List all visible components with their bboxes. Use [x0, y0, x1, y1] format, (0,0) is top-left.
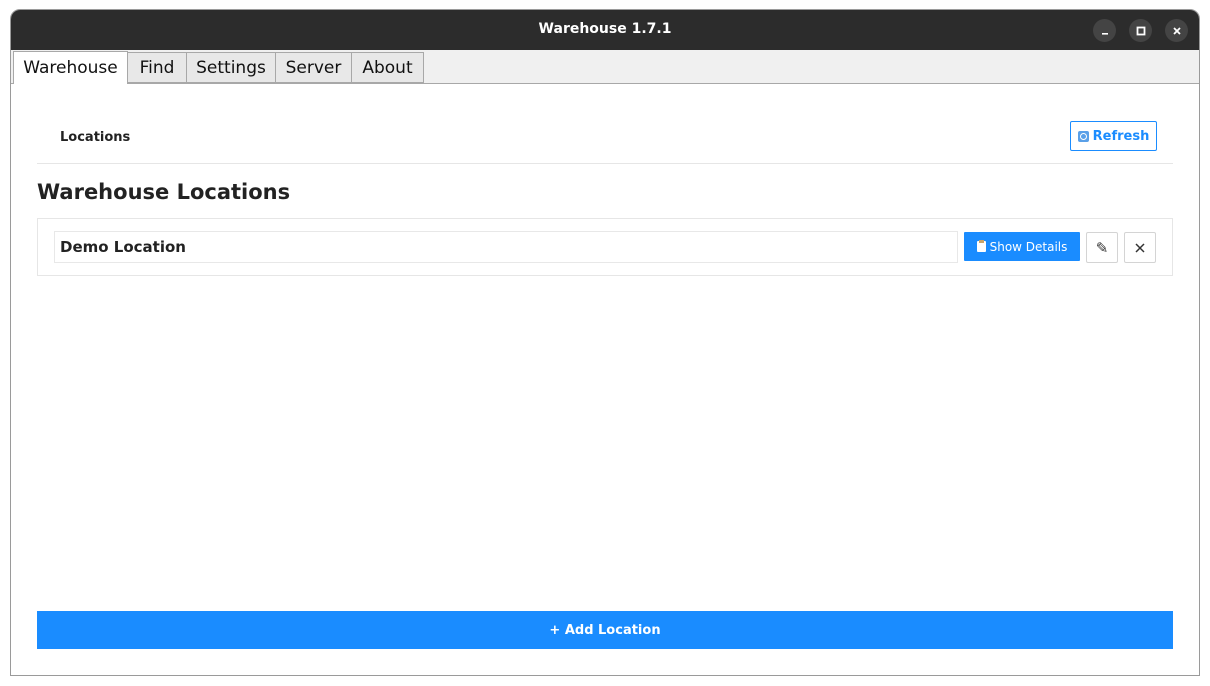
- main-content: Locations Refresh Warehouse Locations De…: [11, 84, 1199, 675]
- header-divider: [37, 163, 1173, 164]
- breadcrumb: Locations: [60, 130, 131, 145]
- tab-settings[interactable]: Settings: [186, 52, 276, 83]
- close-icon: [1172, 26, 1181, 35]
- show-details-label: Show Details: [989, 239, 1068, 254]
- window-title: Warehouse 1.7.1: [538, 21, 672, 37]
- delete-location-button[interactable]: [1124, 232, 1156, 263]
- show-details-button[interactable]: Show Details: [964, 232, 1080, 261]
- tab-bar: Warehouse Find Settings Server About: [11, 50, 1199, 85]
- tab-warehouse[interactable]: Warehouse: [13, 51, 128, 85]
- close-icon: [1135, 242, 1145, 253]
- tab-about[interactable]: About: [351, 52, 424, 83]
- maximize-icon: [1136, 26, 1145, 35]
- tab-server[interactable]: Server: [275, 52, 352, 83]
- close-button[interactable]: [1165, 19, 1188, 42]
- add-location-button[interactable]: + Add Location: [37, 611, 1173, 649]
- refresh-label: Refresh: [1092, 128, 1150, 144]
- location-name: Demo Location: [54, 231, 958, 263]
- minimize-icon: [1101, 32, 1108, 35]
- minimize-button[interactable]: [1093, 19, 1116, 42]
- edit-location-button[interactable]: ✎: [1086, 232, 1118, 263]
- pencil-icon: ✎: [1095, 238, 1109, 257]
- page-title: Warehouse Locations: [37, 180, 291, 204]
- refresh-icon: [1077, 130, 1089, 142]
- refresh-button[interactable]: Refresh: [1070, 121, 1157, 151]
- maximize-button[interactable]: [1129, 19, 1152, 42]
- title-bar[interactable]: Warehouse 1.7.1: [11, 10, 1199, 50]
- clipboard-icon: [976, 240, 986, 252]
- location-item: Demo Location Show Details ✎: [37, 218, 1173, 276]
- app-window: Warehouse 1.7.1 Warehouse Find Settings …: [10, 9, 1200, 676]
- tab-find[interactable]: Find: [127, 52, 187, 83]
